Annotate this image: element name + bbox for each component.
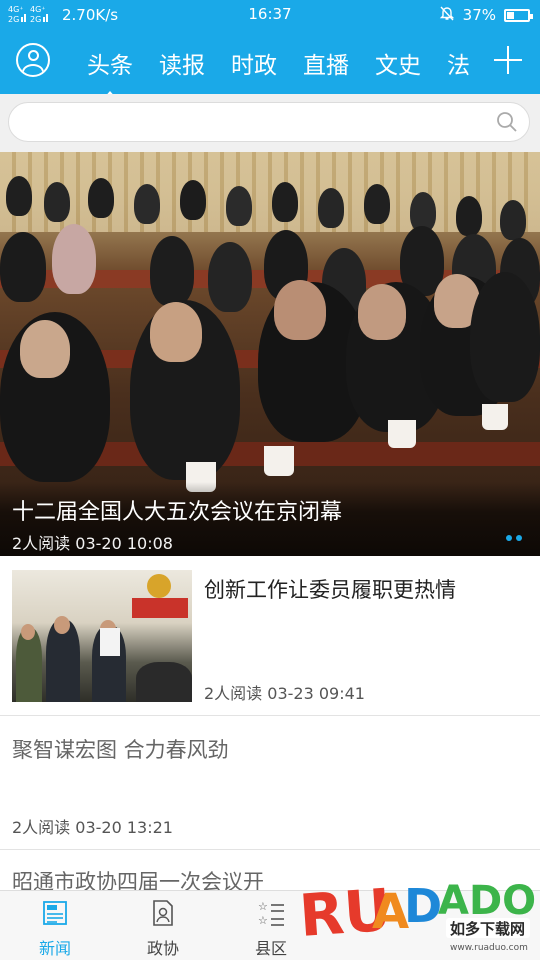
- status-bar: 4G⁺ 4G⁺ 2G 2G 2.70K/s 16:37 37%: [0, 0, 540, 30]
- carousel-dot: [516, 535, 522, 541]
- battery-percent: 37%: [462, 6, 496, 24]
- battery-icon: [504, 8, 533, 22]
- svg-text:www.ruaduo.com: www.ruaduo.com: [450, 943, 528, 953]
- tab-live[interactable]: 直播: [303, 46, 349, 80]
- add-channel-button[interactable]: [494, 46, 522, 74]
- tab-headlines[interactable]: 头条: [87, 46, 133, 94]
- news-title[interactable]: 聚智谋宏图 合力春风劲: [12, 734, 229, 764]
- carousel-indicator: [506, 535, 522, 541]
- news-title[interactable]: 创新工作让委员履职更热情: [204, 574, 456, 604]
- news-item[interactable]: 创新工作让委员履职更热情 2人阅读 03-23 09:41: [0, 556, 540, 716]
- bottom-tab-label: 新闻: [38, 939, 71, 958]
- tab-politics[interactable]: 时政: [231, 46, 277, 80]
- svg-text:如多下载网: 如多下载网: [450, 920, 525, 938]
- bottom-tab-cppcc[interactable]: 政协: [108, 891, 218, 961]
- watermark-logo: RU A D ADO 如多下载网 www.ruaduo.com: [297, 862, 536, 958]
- banner-title[interactable]: 十二届全国人大五次会议在京闭幕: [12, 494, 342, 526]
- mute-bell-icon: [439, 5, 455, 25]
- channel-tabs: 头条 读报 时政 直播 文史 法: [80, 30, 480, 94]
- top-nav: 头条 读报 时政 直播 文史 法: [0, 30, 540, 94]
- headline-banner[interactable]: 十二届全国人大五次会议在京闭幕 2人阅读 03-20 10:08: [0, 152, 540, 556]
- search-input[interactable]: [8, 102, 530, 142]
- svg-text:☆: ☆: [258, 914, 268, 927]
- bottom-tab-news[interactable]: 新闻: [0, 891, 110, 961]
- document-person-icon: [149, 899, 177, 927]
- news-meta: 2人阅读 03-20 13:21: [12, 818, 173, 837]
- star-list-icon: ☆ ☆: [257, 899, 285, 927]
- tab-law[interactable]: 法: [447, 46, 470, 80]
- svg-text:ADO: ADO: [438, 878, 536, 924]
- news-thumbnail: [12, 570, 192, 702]
- user-avatar-button[interactable]: [16, 43, 50, 77]
- bottom-tab-label: 政协: [146, 939, 179, 958]
- news-meta: 2人阅读 03-23 09:41: [204, 684, 365, 703]
- search-bar: [0, 94, 540, 152]
- svg-text:D: D: [404, 879, 442, 933]
- svg-text:☆: ☆: [258, 900, 268, 913]
- tab-read-paper[interactable]: 读报: [159, 46, 205, 80]
- newspaper-icon: [41, 899, 69, 927]
- carousel-dot: [506, 535, 512, 541]
- search-icon[interactable]: [496, 111, 518, 133]
- tab-history[interactable]: 文史: [375, 46, 421, 80]
- news-item[interactable]: 聚智谋宏图 合力春风劲 2人阅读 03-20 13:21: [0, 716, 540, 850]
- banner-meta: 2人阅读 03-20 10:08: [12, 534, 173, 553]
